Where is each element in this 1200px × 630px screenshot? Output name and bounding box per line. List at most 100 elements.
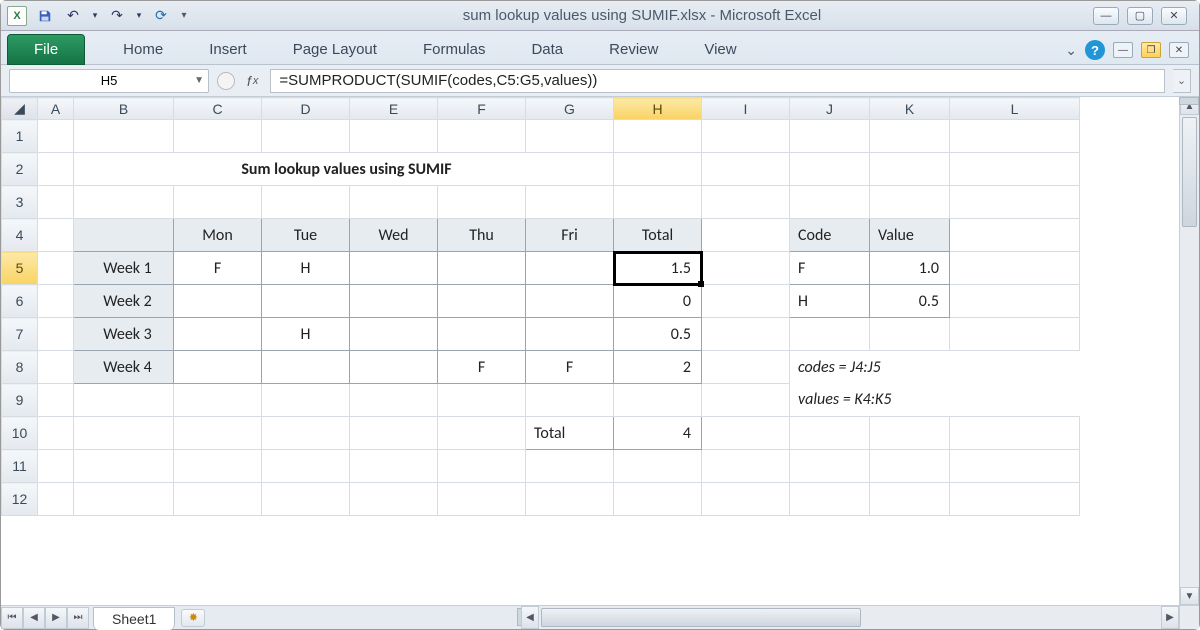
col-header-K[interactable]: K <box>870 98 950 120</box>
scroll-left-icon[interactable]: ◀ <box>521 606 539 629</box>
scroll-down-icon[interactable]: ▼ <box>1180 587 1199 605</box>
col-header-B[interactable]: B <box>74 98 174 120</box>
sheet-nav-last-icon[interactable]: ⏭ <box>67 607 89 629</box>
cell-C5[interactable]: F <box>174 252 262 285</box>
vertical-split-handle[interactable] <box>1179 97 1199 105</box>
tab-formulas[interactable]: Formulas <box>415 35 494 64</box>
cell-F6[interactable] <box>438 285 526 318</box>
row-header-7[interactable]: 7 <box>2 318 38 351</box>
cell-F8[interactable]: F <box>438 351 526 384</box>
sheet-tab-active[interactable]: Sheet1 <box>93 607 175 630</box>
cell-E6[interactable] <box>350 285 438 318</box>
col-header-A[interactable]: A <box>38 98 74 120</box>
lookup-value-1[interactable]: 0.5 <box>870 285 950 318</box>
cell-E5[interactable] <box>350 252 438 285</box>
scroll-right-icon[interactable]: ▶ <box>1161 606 1179 629</box>
tab-home[interactable]: Home <box>115 35 171 64</box>
col-header-C[interactable]: C <box>174 98 262 120</box>
row-header-6[interactable]: 6 <box>2 285 38 318</box>
row-header-1[interactable]: 1 <box>2 120 38 153</box>
cell-C6[interactable] <box>174 285 262 318</box>
workbook-minimize-button[interactable]: — <box>1113 42 1133 58</box>
horizontal-scroll-thumb[interactable] <box>541 608 861 627</box>
redo-icon[interactable]: ↷ <box>105 5 129 27</box>
col-header-F[interactable]: F <box>438 98 526 120</box>
cell-H7[interactable]: 0.5 <box>614 318 702 351</box>
cell-H5[interactable]: 1.5 <box>614 252 702 285</box>
cell-D6[interactable] <box>262 285 350 318</box>
vertical-scroll-thumb[interactable] <box>1182 117 1197 227</box>
select-all-corner[interactable]: ◢ <box>2 98 38 120</box>
cell-C8[interactable] <box>174 351 262 384</box>
tab-page-layout[interactable]: Page Layout <box>285 35 385 64</box>
formula-expand-icon[interactable]: ⌄ <box>1173 69 1191 93</box>
close-button[interactable]: ✕ <box>1161 7 1187 25</box>
cell-H8[interactable]: 2 <box>614 351 702 384</box>
row-header-2[interactable]: 2 <box>2 153 38 186</box>
name-box-dropdown-icon[interactable]: ▼ <box>194 75 204 86</box>
cell-F7[interactable] <box>438 318 526 351</box>
cell-D5[interactable]: H <box>262 252 350 285</box>
cell-H6[interactable]: 0 <box>614 285 702 318</box>
cell-G8[interactable]: F <box>526 351 614 384</box>
row-header-5[interactable]: 5 <box>2 252 38 285</box>
col-header-L[interactable]: L <box>950 98 1080 120</box>
cell-F5[interactable] <box>438 252 526 285</box>
maximize-button[interactable]: ▢ <box>1127 7 1153 25</box>
tab-data[interactable]: Data <box>523 35 571 64</box>
cell-D8[interactable] <box>262 351 350 384</box>
minimize-button[interactable]: — <box>1093 7 1119 25</box>
col-header-D[interactable]: D <box>262 98 350 120</box>
row-header-3[interactable]: 3 <box>2 186 38 219</box>
workbook-restore-button[interactable]: ❐ <box>1141 42 1161 58</box>
cell-D7[interactable]: H <box>262 318 350 351</box>
name-box[interactable]: H5 ▼ <box>9 69 209 93</box>
col-header-J[interactable]: J <box>790 98 870 120</box>
row-header-4[interactable]: 4 <box>2 219 38 252</box>
save-icon[interactable] <box>33 5 57 27</box>
col-header-H[interactable]: H <box>614 98 702 120</box>
col-header-G[interactable]: G <box>526 98 614 120</box>
vertical-scrollbar[interactable]: ▲ ▼ <box>1179 97 1199 605</box>
col-header-I[interactable]: I <box>702 98 790 120</box>
redo-dropdown-icon[interactable]: ▾ <box>133 5 145 27</box>
row-header-11[interactable]: 11 <box>2 450 38 483</box>
workbook-close-button[interactable]: ✕ <box>1169 42 1189 58</box>
lookup-value-0[interactable]: 1.0 <box>870 252 950 285</box>
row-header-9[interactable]: 9 <box>2 384 38 417</box>
cell-G5[interactable] <box>526 252 614 285</box>
formula-input[interactable]: =SUMPRODUCT(SUMIF(codes,C5:G5,values)) <box>270 69 1165 93</box>
row-header-12[interactable]: 12 <box>2 483 38 516</box>
row-header-10[interactable]: 10 <box>2 417 38 450</box>
horizontal-scroll-track[interactable] <box>863 606 1161 629</box>
cell-G6[interactable] <box>526 285 614 318</box>
insert-function-icon[interactable] <box>217 72 235 90</box>
qat-customize-icon[interactable]: ▾ <box>177 5 191 27</box>
row-header-8[interactable]: 8 <box>2 351 38 384</box>
new-sheet-icon[interactable]: ✸ <box>181 609 205 627</box>
worksheet-grid[interactable]: ◢ A B C D E F G H I J K L 1 2 Sum lookup… <box>1 97 1199 605</box>
hdr-fri: Fri <box>526 219 614 252</box>
cell-E7[interactable] <box>350 318 438 351</box>
ribbon-minimize-icon[interactable]: ⌄ <box>1065 42 1077 59</box>
refresh-icon[interactable]: ⟳ <box>149 5 173 27</box>
lookup-code-0[interactable]: F <box>790 252 870 285</box>
sheet-nav-next-icon[interactable]: ▶ <box>45 607 67 629</box>
tab-review[interactable]: Review <box>601 35 666 64</box>
grand-total-value[interactable]: 4 <box>614 417 702 450</box>
cell-C7[interactable] <box>174 318 262 351</box>
cell-E8[interactable] <box>350 351 438 384</box>
tab-insert[interactable]: Insert <box>201 35 255 64</box>
lookup-code-1[interactable]: H <box>790 285 870 318</box>
undo-dropdown-icon[interactable]: ▾ <box>89 5 101 27</box>
sheet-nav-first-icon[interactable]: ⏮ <box>1 607 23 629</box>
horizontal-scrollbar[interactable]: ◀ ▶ <box>521 605 1179 629</box>
tab-view[interactable]: View <box>696 35 744 64</box>
sheet-nav-prev-icon[interactable]: ◀ <box>23 607 45 629</box>
file-tab[interactable]: File <box>7 34 85 65</box>
col-header-E[interactable]: E <box>350 98 438 120</box>
cell-G7[interactable] <box>526 318 614 351</box>
vertical-scroll-track[interactable] <box>1180 229 1199 587</box>
undo-icon[interactable]: ↶ <box>61 5 85 27</box>
help-icon[interactable]: ? <box>1085 40 1105 60</box>
